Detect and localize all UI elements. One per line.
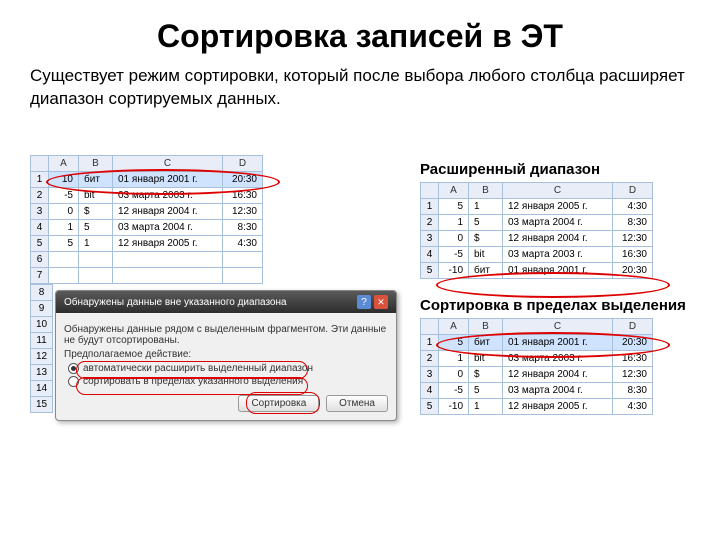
label-expanded: Расширенный диапазон [420,161,690,178]
sort-button[interactable]: Сортировка [238,395,319,412]
spreadsheet-before: ABCD 110бит01 января 2001 г.20:30 2-5bit… [30,155,263,284]
label-within: Сортировка в пределах выделения [420,297,690,314]
spreadsheet-expanded: ABCD 15112 января 2005 г.4:30 21503 март… [420,182,653,279]
dialog-title: Обнаружены данные вне указанного диапазо… [64,297,287,308]
radio-icon [68,363,79,374]
sort-warning-dialog: Обнаружены данные вне указанного диапазо… [55,290,397,421]
intro-text: Существует режим сортировки, который пос… [30,65,690,111]
left-area: ABCD 110бит01 января 2001 г.20:30 2-5bit… [30,155,397,421]
radio-icon [68,376,79,387]
radio-option-expand[interactable]: автоматически расширить выделенный диапа… [68,363,388,374]
row-headers-tail: 89101112131415 [30,284,53,413]
dialog-prompt: Предполагаемое действие: [64,349,388,360]
radio-option-within[interactable]: сортировать в пределах указанного выделе… [68,376,388,387]
page-title: Сортировка записей в ЭТ [30,18,690,55]
spreadsheet-within: ABCD 15бит01 января 2001 г.20:30 21bit03… [420,318,653,415]
cancel-button[interactable]: Отмена [326,395,388,412]
help-icon[interactable]: ? [357,295,371,309]
close-icon[interactable]: ✕ [374,295,388,309]
dialog-message: Обнаружены данные рядом с выделенным фра… [64,324,388,346]
